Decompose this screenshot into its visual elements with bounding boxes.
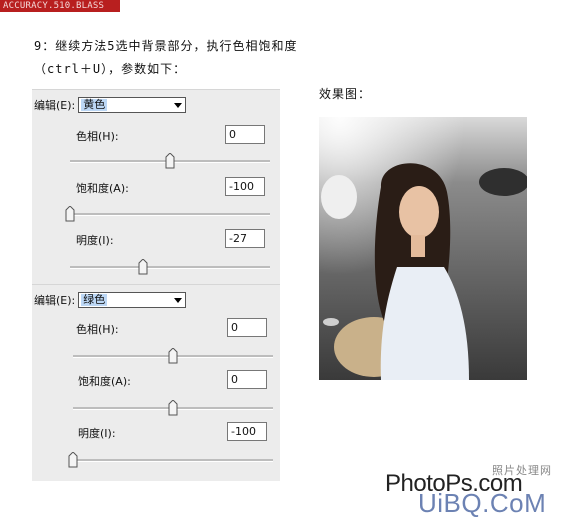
hue-label: 色相(H): — [76, 323, 119, 336]
logo-uibq: UiBQ.CoM — [418, 488, 547, 518]
effect-label: 效果图： — [319, 87, 372, 101]
edit-row: 编辑(E): 绿色 — [34, 291, 187, 309]
edit-dropdown[interactable]: 黄色 — [78, 97, 187, 113]
lightness-input[interactable]: -27 — [225, 229, 265, 248]
edit-label: 编辑(E): — [34, 99, 76, 112]
lightness-input[interactable]: -100 — [227, 422, 267, 441]
hue-input[interactable]: 0 — [225, 125, 265, 144]
saturation-label: 饱和度(A): — [76, 182, 129, 195]
instruction-line-1: 9：继续方法5选中背景部分，执行色相饱和度 — [34, 39, 298, 53]
saturation-input[interactable]: 0 — [227, 370, 267, 389]
instruction-line-2: （ctrl＋U），参数如下： — [34, 62, 187, 76]
saturation-label: 饱和度(A): — [78, 375, 131, 388]
hue-slider-track[interactable] — [70, 153, 270, 169]
lightness-label: 明度(I): — [78, 427, 116, 440]
lightness-slider-track[interactable] — [70, 259, 270, 275]
effect-photo — [319, 117, 527, 380]
watermark-banner: ACCURACY.510.BLASS — [0, 0, 120, 12]
lightness-label: 明度(I): — [76, 234, 114, 247]
hue-saturation-panel-green: 编辑(E): 绿色 色相(H): 0 饱和度(A): 0 明度(I): -100 — [32, 284, 280, 481]
hue-slider-track[interactable] — [73, 348, 273, 364]
hue-label: 色相(H): — [76, 130, 119, 143]
saturation-slider-track[interactable] — [73, 400, 273, 416]
hue-saturation-panel-yellow: 编辑(E): 黄色 色相(H): 0 饱和度(A): -100 明度(I): -… — [32, 89, 280, 286]
hue-input[interactable]: 0 — [227, 318, 267, 337]
chevron-down-icon[interactable] — [171, 98, 185, 112]
effect-photo-illustration — [319, 117, 527, 380]
edit-row: 编辑(E): 黄色 — [34, 96, 187, 114]
edit-dropdown[interactable]: 绿色 — [78, 292, 187, 308]
chevron-down-icon[interactable] — [171, 293, 185, 307]
saturation-input[interactable]: -100 — [225, 177, 265, 196]
edit-label: 编辑(E): — [34, 294, 76, 307]
edit-dropdown-value: 黄色 — [81, 98, 108, 111]
edit-dropdown-value: 绿色 — [81, 293, 108, 306]
saturation-slider-track[interactable] — [65, 206, 270, 222]
lightness-slider-track[interactable] — [68, 452, 273, 468]
